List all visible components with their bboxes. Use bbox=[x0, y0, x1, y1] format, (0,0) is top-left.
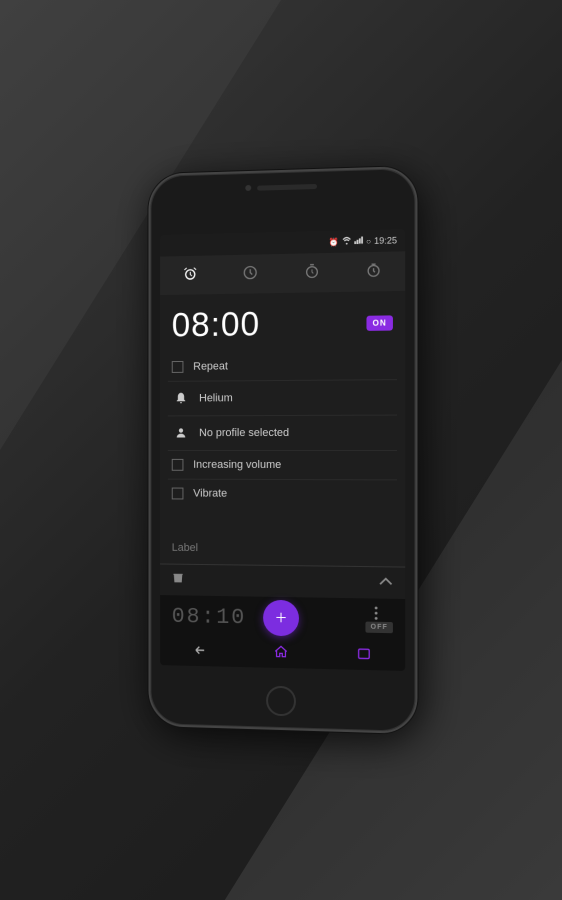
phone-body: ⏰ ○ 19:25 bbox=[148, 166, 417, 734]
ringtone-label: Helium bbox=[199, 392, 233, 404]
profile-label: No profile selected bbox=[199, 427, 289, 439]
home-button[interactable] bbox=[275, 645, 289, 662]
status-time: 19:25 bbox=[374, 235, 397, 246]
repeat-item[interactable]: Repeat bbox=[168, 351, 397, 382]
phone-screen: ⏰ ○ 19:25 bbox=[160, 229, 405, 671]
alarm-row: 08:00 ON bbox=[160, 291, 405, 353]
label-text: Label bbox=[172, 542, 198, 554]
person-icon bbox=[172, 424, 190, 442]
recents-button[interactable] bbox=[357, 647, 370, 663]
phone-top-bar bbox=[150, 180, 415, 194]
tab-stopwatch[interactable] bbox=[358, 260, 391, 286]
alarm-toggle[interactable]: ON bbox=[366, 315, 392, 331]
second-alarm-time: 08:10 bbox=[172, 604, 247, 630]
status-icons: ⏰ ○ 19:25 bbox=[329, 235, 397, 247]
alarm-status-icon: ⏰ bbox=[329, 237, 339, 246]
tab-clock[interactable] bbox=[235, 262, 267, 288]
phone-device: ⏰ ○ 19:25 bbox=[148, 166, 417, 734]
increasing-volume-item[interactable]: Increasing volume bbox=[168, 451, 397, 480]
tab-alarm[interactable] bbox=[174, 264, 205, 289]
settings-list: Repeat Helium bbox=[160, 351, 405, 532]
vibrate-label: Vibrate bbox=[193, 488, 227, 500]
add-alarm-button[interactable]: + bbox=[263, 600, 299, 637]
second-alarm-toggle[interactable]: OFF bbox=[365, 622, 392, 634]
profile-item[interactable]: No profile selected bbox=[168, 416, 397, 451]
increasing-volume-label: Increasing volume bbox=[193, 459, 281, 471]
ringtone-item[interactable]: Helium bbox=[168, 380, 397, 416]
app-tabs bbox=[160, 251, 405, 295]
plus-icon: + bbox=[275, 607, 286, 627]
battery-status-icon: ○ bbox=[366, 236, 371, 245]
vibrate-checkbox[interactable] bbox=[172, 488, 184, 500]
speaker-bar bbox=[257, 183, 317, 190]
alarm-time-display: 08:00 bbox=[172, 305, 260, 345]
repeat-checkbox[interactable] bbox=[172, 361, 184, 373]
back-button[interactable] bbox=[193, 644, 207, 660]
more-options-button[interactable] bbox=[375, 607, 378, 620]
increasing-volume-checkbox[interactable] bbox=[172, 459, 184, 471]
home-physical-button[interactable] bbox=[266, 686, 296, 717]
action-bar bbox=[160, 564, 405, 599]
main-content: 08:00 ON Repeat bbox=[160, 291, 405, 671]
wifi-status-icon bbox=[342, 236, 351, 246]
collapse-button[interactable] bbox=[379, 575, 393, 591]
repeat-label: Repeat bbox=[193, 361, 228, 373]
signal-status-icon bbox=[354, 236, 363, 246]
camera-dot bbox=[245, 185, 251, 191]
tab-timer[interactable] bbox=[296, 261, 328, 287]
delete-alarm-button[interactable] bbox=[172, 571, 185, 590]
bell-icon bbox=[172, 390, 190, 408]
label-row[interactable]: Label bbox=[160, 530, 405, 568]
nav-bar bbox=[160, 637, 405, 671]
vibrate-item[interactable]: Vibrate bbox=[168, 480, 397, 509]
second-alarm-row: 08:10 + OFF bbox=[160, 595, 405, 642]
